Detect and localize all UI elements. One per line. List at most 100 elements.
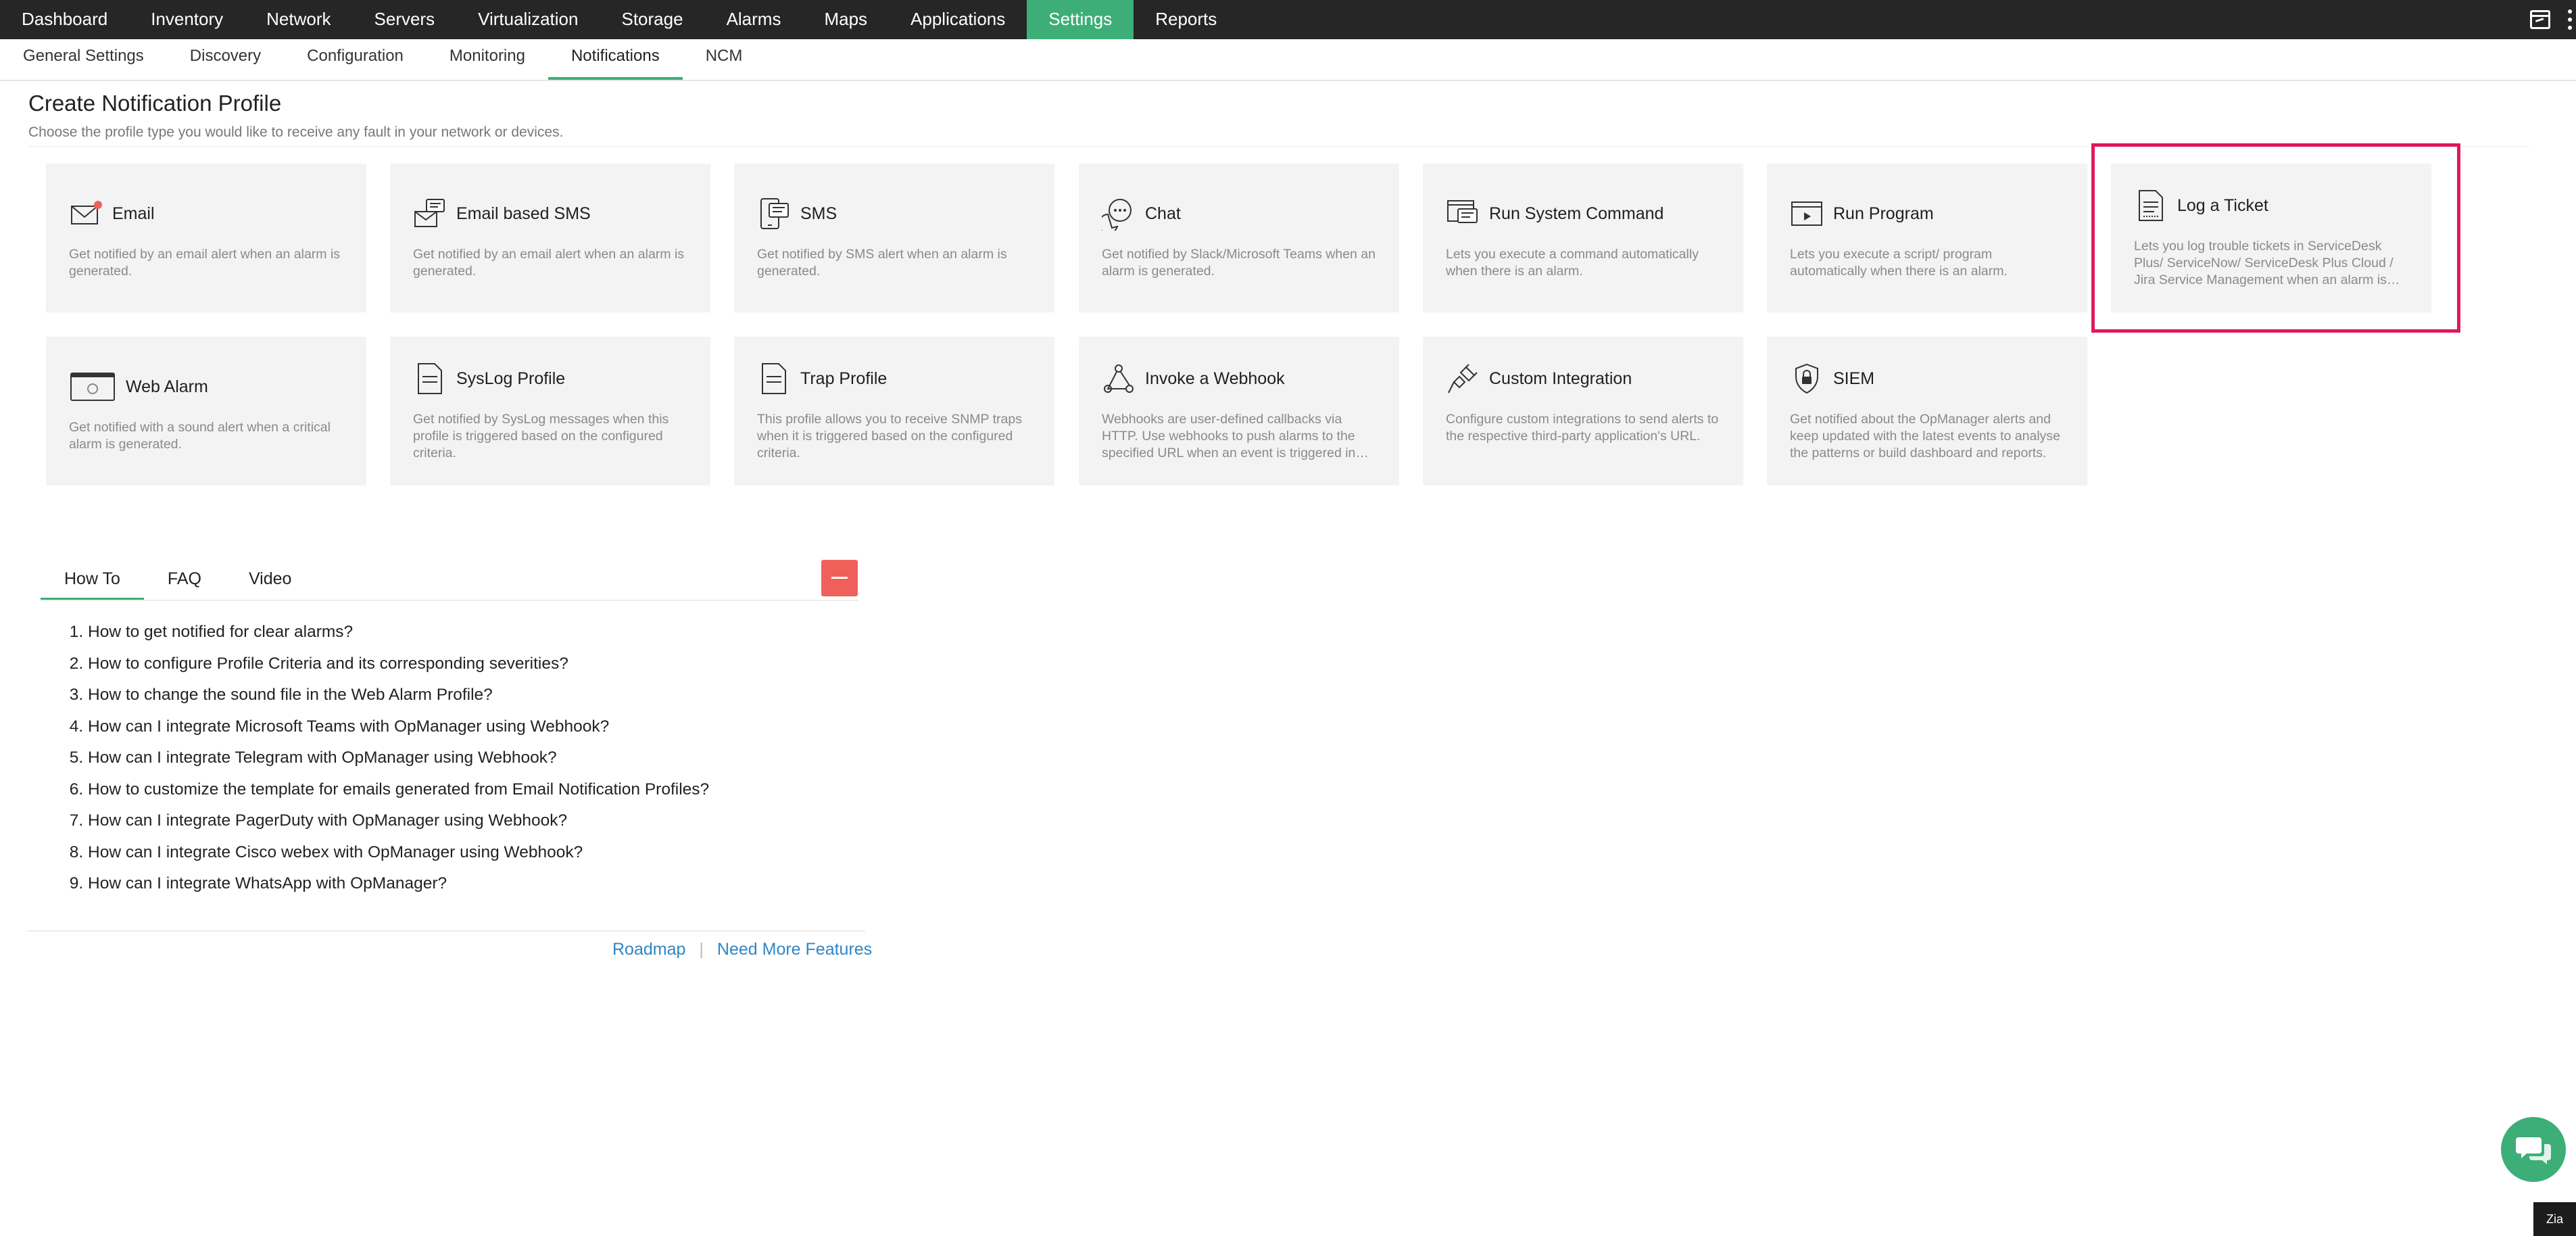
card-description: Get notified by Slack/Microsoft Teams wh… <box>1102 247 1376 279</box>
card-title: Web Alarm <box>126 377 208 396</box>
subnav-monitoring[interactable]: Monitoring <box>427 39 548 80</box>
trap-icon <box>762 363 786 394</box>
card-description: Configure custom integrations to send al… <box>1446 412 1719 444</box>
subnav-ncm[interactable]: NCM <box>683 39 766 80</box>
nav-dashboard[interactable]: Dashboard <box>0 0 129 39</box>
how-to-list: How to get notified for clear alarms? Ho… <box>47 617 709 900</box>
card-title: SIEM <box>1833 369 1875 388</box>
profile-card-custom-integration[interactable]: Custom Integration Configure custom inte… <box>1423 337 1743 485</box>
tab-how-to[interactable]: How To <box>41 558 144 600</box>
profile-card-email-based-sms[interactable]: Email based SMS Get notified by an email… <box>390 164 710 312</box>
card-header: Web Alarm <box>69 368 343 406</box>
card-header: Email <box>69 195 343 233</box>
card-header: Run System Command <box>1446 195 1720 233</box>
card-description: Lets you execute a script/ program autom… <box>1790 247 2008 279</box>
card-title: Chat <box>1145 204 1181 223</box>
system-command-icon <box>1447 200 1478 223</box>
page-subtitle: Choose the profile type you would like t… <box>28 124 564 140</box>
run-program-icon <box>1791 201 1822 226</box>
window-icon[interactable] <box>2530 10 2550 29</box>
card-title: SMS <box>800 204 837 223</box>
profile-card-email[interactable]: Email Get notified by an email alert whe… <box>46 164 366 312</box>
subnav-general-settings[interactable]: General Settings <box>0 39 167 80</box>
subnav-discovery[interactable]: Discovery <box>167 39 284 80</box>
divider <box>27 930 865 932</box>
tab-video[interactable]: Video <box>225 558 316 600</box>
more-options-icon[interactable] <box>2568 9 2572 30</box>
roadmap-link[interactable]: Roadmap <box>612 940 685 959</box>
divider <box>41 600 858 601</box>
how-to-link[interactable]: How to customize the template for emails… <box>88 774 709 806</box>
profile-card-syslog-profile[interactable]: SysLog Profile Get notified by SysLog me… <box>390 337 710 485</box>
profile-card-siem[interactable]: SIEM Get notified about the OpManager al… <box>1767 337 2087 485</box>
card-header: Trap Profile <box>757 360 1031 398</box>
how-to-link[interactable]: How can I integrate WhatsApp with OpMana… <box>88 868 709 900</box>
top-navigation-bar: Dashboard Inventory Network Servers Virt… <box>0 0 2576 39</box>
card-header: Email based SMS <box>413 195 687 233</box>
subnav-configuration[interactable]: Configuration <box>284 39 427 80</box>
collapse-help-button[interactable] <box>821 560 858 596</box>
profile-card-trap-profile[interactable]: Trap Profile This profile allows you to … <box>734 337 1054 485</box>
nav-reports[interactable]: Reports <box>1134 0 1238 39</box>
card-title: Run System Command <box>1489 204 1664 223</box>
card-title: Invoke a Webhook <box>1145 369 1285 388</box>
card-header: Custom Integration <box>1446 360 1720 398</box>
nav-maps[interactable]: Maps <box>802 0 889 39</box>
selected-profile-highlight <box>2091 143 2460 333</box>
nav-storage[interactable]: Storage <box>600 0 704 39</box>
nav-virtualization[interactable]: Virtualization <box>456 0 600 39</box>
nav-inventory[interactable]: Inventory <box>129 0 245 39</box>
card-title: Trap Profile <box>800 369 888 388</box>
help-tabs: How To FAQ Video <box>41 558 315 600</box>
topbar-tools <box>2530 0 2572 39</box>
card-description: Get notified by an email alert when an a… <box>413 247 685 279</box>
profile-card-web-alarm[interactable]: Web Alarm Get notified with a sound aler… <box>46 337 366 485</box>
card-description: Get notified with a sound alert when a c… <box>69 420 331 452</box>
profile-card-invoke-a-webhook[interactable]: Invoke a Webhook Webhooks are user-defin… <box>1079 337 1399 485</box>
main-nav: Dashboard Inventory Network Servers Virt… <box>0 0 1238 39</box>
tab-faq[interactable]: FAQ <box>144 558 225 600</box>
nav-alarms[interactable]: Alarms <box>705 0 803 39</box>
footer-links: Roadmap | Need More Features <box>612 940 872 959</box>
profile-card-run-program[interactable]: Run Program Lets you execute a script/ p… <box>1767 164 2087 312</box>
profile-card-sms[interactable]: SMS Get notified by SMS alert when an al… <box>734 164 1054 312</box>
how-to-link[interactable]: How to get notified for clear alarms? <box>88 617 709 648</box>
card-title: Email <box>112 204 155 223</box>
card-description: Get notified by SMS alert when an alarm … <box>757 247 1007 279</box>
sub-nav: General Settings Discovery Configuration… <box>0 39 2576 80</box>
chat-bubbles-icon <box>2516 1137 2551 1164</box>
card-description: Lets you execute a command automatically… <box>1446 247 1699 279</box>
settings-sub-navigation: General Settings Discovery Configuration… <box>0 39 2576 81</box>
email-sms-icon <box>414 199 445 227</box>
subnav-notifications[interactable]: Notifications <box>548 39 683 80</box>
nav-settings[interactable]: Settings <box>1027 0 1134 39</box>
webhook-icon <box>1104 364 1134 393</box>
how-to-link[interactable]: How can I integrate Telegram with OpMana… <box>88 742 709 774</box>
how-to-link[interactable]: How to configure Profile Criteria and it… <box>88 648 709 680</box>
card-title: Run Program <box>1833 204 1934 223</box>
email-icon <box>71 201 102 224</box>
nav-applications[interactable]: Applications <box>889 0 1027 39</box>
card-title: Custom Integration <box>1489 369 1632 388</box>
how-to-link[interactable]: How to change the sound file in the Web … <box>88 680 709 711</box>
chat-support-button[interactable] <box>2501 1117 2566 1182</box>
zia-assistant[interactable]: Zia <box>2533 1202 2576 1236</box>
separator: | <box>699 940 704 959</box>
nav-network[interactable]: Network <box>245 0 352 39</box>
chat-icon <box>1102 199 1132 231</box>
nav-servers[interactable]: Servers <box>353 0 457 39</box>
how-to-link[interactable]: How can I integrate Microsoft Teams with… <box>88 711 709 743</box>
profile-card-chat[interactable]: Chat Get notified by Slack/Microsoft Tea… <box>1079 164 1399 312</box>
how-to-link[interactable]: How can I integrate PagerDuty with OpMan… <box>88 805 709 837</box>
how-to-link[interactable]: How can I integrate Cisco webex with OpM… <box>88 837 709 869</box>
need-more-features-link[interactable]: Need More Features <box>717 940 872 959</box>
profile-card-run-system-command[interactable]: Run System Command Lets you execute a co… <box>1423 164 1743 312</box>
card-header: SMS <box>757 195 1031 233</box>
card-header: Chat <box>1102 195 1376 233</box>
sms-icon <box>760 198 789 229</box>
card-description: This profile allows you to receive SNMP … <box>757 412 1022 460</box>
web-alarm-icon <box>70 373 115 401</box>
card-header: Invoke a Webhook <box>1102 360 1376 398</box>
card-description: Get notified about the OpManager alerts … <box>1790 412 2061 460</box>
card-header: SysLog Profile <box>413 360 687 398</box>
